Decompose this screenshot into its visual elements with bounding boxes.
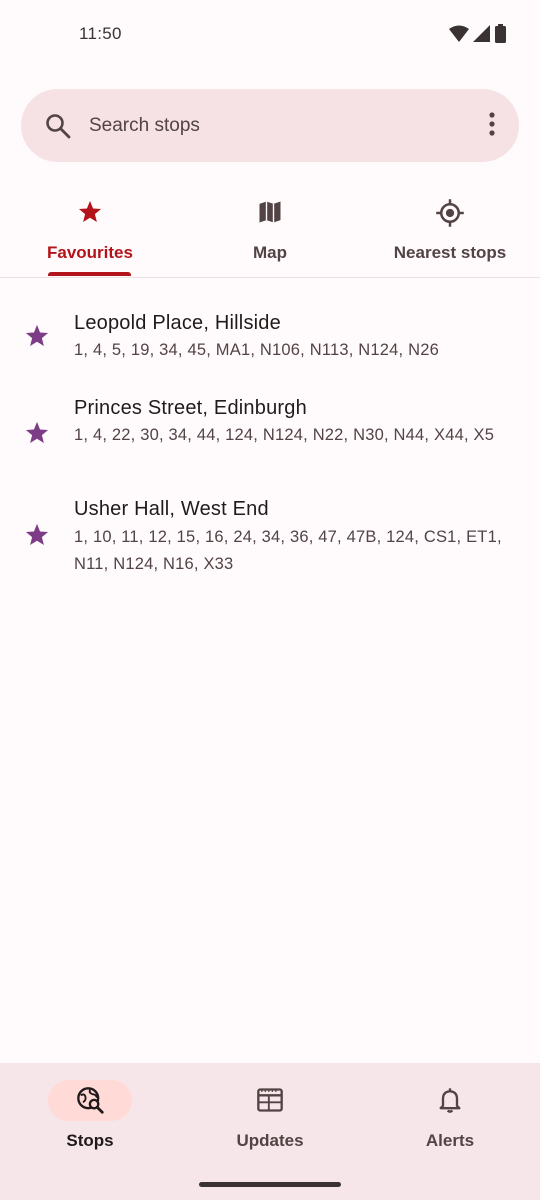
active-tab-indicator bbox=[48, 272, 131, 276]
stop-services: 1, 4, 5, 19, 34, 45, MA1, N106, N113, N1… bbox=[74, 341, 439, 359]
more-options-icon[interactable] bbox=[489, 111, 495, 142]
tab-map[interactable]: Map bbox=[180, 186, 360, 278]
stop-name: Usher Hall, West End bbox=[74, 498, 269, 520]
favourite-star-icon[interactable] bbox=[23, 521, 51, 554]
tab-label: Nearest stops bbox=[393, 243, 507, 262]
bell-icon bbox=[436, 1086, 464, 1119]
status-icons bbox=[449, 24, 506, 43]
nav-item-updates[interactable]: Updates bbox=[180, 1063, 360, 1173]
tab-label: Map bbox=[253, 243, 287, 262]
search-bar[interactable] bbox=[21, 89, 519, 162]
stop-services: 1, 10, 11, 12, 15, 16, 24, 34, 36, 47, 4… bbox=[74, 528, 502, 573]
tab-label: Favourites bbox=[47, 243, 133, 262]
location-target-icon bbox=[435, 198, 465, 233]
search-input[interactable] bbox=[89, 89, 449, 162]
list-item[interactable]: Usher Hall, West End 1, 10, 11, 12, 15, … bbox=[0, 490, 540, 590]
newspaper-icon bbox=[256, 1086, 284, 1119]
cellular-signal-icon bbox=[473, 24, 491, 43]
wifi-icon bbox=[449, 25, 469, 43]
nav-item-alerts[interactable]: Alerts bbox=[360, 1063, 540, 1173]
bottom-navigation: Stops Updates Alerts bbox=[0, 1063, 540, 1200]
stop-name: Princes Street, Edinburgh bbox=[74, 397, 307, 419]
tab-favourites[interactable]: Favourites bbox=[0, 186, 180, 278]
stop-services: 1, 4, 22, 30, 34, 44, 124, N124, N22, N3… bbox=[74, 426, 495, 444]
stops-search-icon bbox=[76, 1086, 104, 1119]
nav-label: Alerts bbox=[425, 1131, 475, 1150]
battery-icon bbox=[495, 24, 506, 43]
status-bar: 11:50 bbox=[0, 0, 540, 70]
nav-label: Updates bbox=[236, 1131, 304, 1150]
list-item[interactable]: Leopold Place, Hillside 1, 4, 5, 19, 34,… bbox=[0, 300, 540, 385]
nav-item-stops[interactable]: Stops bbox=[0, 1063, 180, 1173]
screen: 11:50 Search stops Favourites Map Neares… bbox=[0, 0, 540, 1200]
nav-label: Stops bbox=[66, 1131, 114, 1150]
star-icon bbox=[76, 198, 104, 231]
favourite-star-icon[interactable] bbox=[23, 419, 51, 452]
map-icon bbox=[256, 198, 284, 231]
search-icon bbox=[45, 113, 71, 144]
stop-name: Leopold Place, Hillside bbox=[74, 312, 281, 334]
favourite-star-icon[interactable] bbox=[23, 322, 51, 355]
list-item[interactable]: Princes Street, Edinburgh 1, 4, 22, 30, … bbox=[0, 388, 540, 488]
tab-bar: Favourites Map Nearest stops bbox=[0, 186, 540, 278]
home-indicator[interactable] bbox=[199, 1182, 341, 1187]
status-time: 11:50 bbox=[79, 24, 122, 43]
tab-nearest-stops[interactable]: Nearest stops bbox=[360, 186, 540, 278]
